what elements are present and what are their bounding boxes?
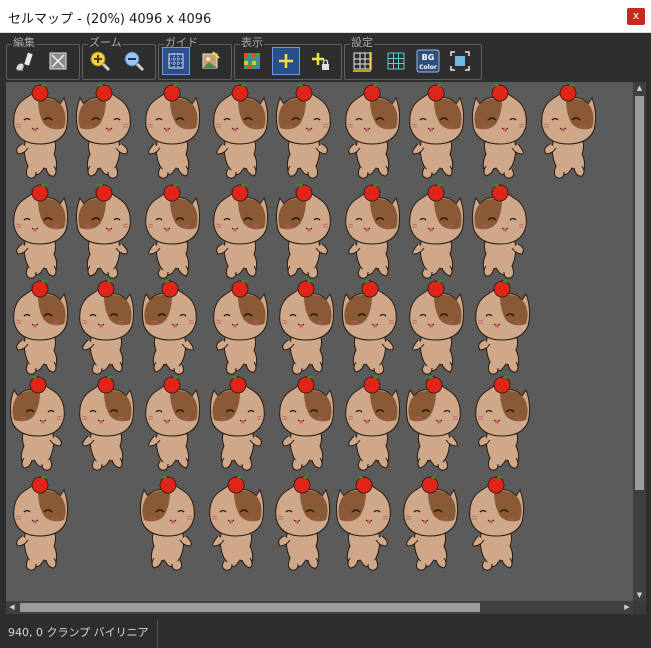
display-group: 表示 xyxy=(234,37,342,80)
sprite-cell[interactable] xyxy=(404,182,466,282)
sprite-cell[interactable] xyxy=(8,278,70,378)
status-text: 940, 0 クランプ バイリニア xyxy=(0,620,158,648)
sprite-cell[interactable] xyxy=(470,374,532,474)
bg-color-icon: BG Color xyxy=(416,49,440,73)
sprite-cell[interactable] xyxy=(208,82,270,182)
sprite-cell[interactable] xyxy=(208,182,270,282)
crosshair-button[interactable] xyxy=(272,47,300,75)
grid-color-icon xyxy=(387,52,405,70)
checkerboard-button[interactable] xyxy=(239,48,265,74)
fit-icon xyxy=(450,51,470,71)
sprite-cell[interactable] xyxy=(274,374,336,474)
sprite-cell[interactable] xyxy=(8,374,70,474)
sprite-cell[interactable] xyxy=(8,182,70,282)
zoom-out-button[interactable] xyxy=(121,48,147,74)
scroll-down-icon[interactable]: ▼ xyxy=(633,589,646,601)
sprite-cell[interactable] xyxy=(140,374,202,474)
settings-group: 設定 BG Color xyxy=(344,37,482,80)
cell-map-window: セルマップ - (20%) 4096 x 4096 x 編集 ズーム ガイド 表… xyxy=(0,0,651,648)
zoom-group: ズーム xyxy=(82,37,156,80)
window-title: セルマップ - (20%) 4096 x 4096 xyxy=(8,12,212,27)
brush-eraser-icon xyxy=(16,52,33,71)
sprite-cell[interactable] xyxy=(140,82,202,182)
crosshair-lock-button[interactable] xyxy=(307,48,333,74)
sprite-cell[interactable] xyxy=(398,474,460,574)
image-guide-icon xyxy=(202,51,220,69)
sprite-cell[interactable] xyxy=(208,374,270,474)
sprite-cell[interactable] xyxy=(334,474,396,574)
sprite-cell[interactable] xyxy=(74,182,136,282)
sprite-cell[interactable] xyxy=(274,182,336,282)
crosshair-lock-icon xyxy=(312,53,329,70)
edit-group: 編集 xyxy=(6,37,80,80)
zoom-in-icon xyxy=(90,51,111,72)
vertical-scroll-thumb[interactable] xyxy=(635,96,644,490)
sprite-cell[interactable] xyxy=(404,278,466,378)
toolbar: 編集 ズーム ガイド 表示 設定 BG Color xyxy=(0,33,651,81)
sprite-cell[interactable] xyxy=(536,82,598,182)
sprite-cell[interactable] xyxy=(270,474,332,574)
close-button[interactable]: x xyxy=(627,8,645,25)
sprite-cell[interactable] xyxy=(470,182,532,282)
horizontal-scroll-thumb[interactable] xyxy=(20,603,480,612)
select-all-icon xyxy=(49,52,67,70)
sprite-cell[interactable] xyxy=(74,278,136,378)
sprite-cell[interactable] xyxy=(274,278,336,378)
image-guide-button[interactable] xyxy=(197,48,223,74)
zoom-in-button[interactable] xyxy=(87,48,113,74)
cell-map-canvas[interactable] xyxy=(6,82,633,601)
brush-eraser-button[interactable] xyxy=(11,48,37,74)
sprite-cell[interactable] xyxy=(340,278,402,378)
crosshair-icon xyxy=(279,54,293,68)
sprite-cell[interactable] xyxy=(140,278,202,378)
sprite-cell[interactable] xyxy=(404,82,466,182)
sprite-cell[interactable] xyxy=(208,278,270,378)
sprite-cell[interactable] xyxy=(140,182,202,282)
sprite-cell[interactable] xyxy=(340,182,402,282)
scroll-up-icon[interactable]: ▲ xyxy=(633,82,646,94)
grid-size-button[interactable] xyxy=(349,48,375,74)
sprite-cell[interactable] xyxy=(274,82,336,182)
color-text: Color xyxy=(419,64,437,71)
title-bar: セルマップ - (20%) 4096 x 4096 x xyxy=(0,0,651,33)
fit-button[interactable] xyxy=(447,48,473,74)
sprite-cell[interactable] xyxy=(74,374,136,474)
grid-guide-icon xyxy=(168,53,184,69)
horizontal-scrollbar[interactable]: ◀ ▶ xyxy=(6,601,633,614)
checkerboard-icon xyxy=(244,53,260,69)
scroll-left-icon[interactable]: ◀ xyxy=(6,601,18,614)
scroll-right-icon[interactable]: ▶ xyxy=(621,601,633,614)
sprite-cell[interactable] xyxy=(470,278,532,378)
bg-text: BG xyxy=(422,53,435,62)
grid-guide-button[interactable] xyxy=(162,47,190,75)
zoom-out-icon xyxy=(124,51,145,72)
select-all-button[interactable] xyxy=(45,48,71,74)
sprite-cell[interactable] xyxy=(404,374,466,474)
status-bar: 940, 0 クランプ バイリニア xyxy=(0,620,651,648)
sprite-cell[interactable] xyxy=(74,82,136,182)
grid-size-icon xyxy=(353,52,372,72)
sprite-cell[interactable] xyxy=(204,474,266,574)
sprite-cell[interactable] xyxy=(138,474,200,574)
guide-group: ガイド xyxy=(158,37,232,80)
bg-color-button[interactable]: BG Color xyxy=(415,48,441,74)
sprite-cell[interactable] xyxy=(8,82,70,182)
grid-color-button[interactable] xyxy=(383,48,409,74)
scroll-corner xyxy=(633,601,646,614)
sprite-cell[interactable] xyxy=(340,374,402,474)
vertical-scrollbar[interactable]: ▲ ▼ xyxy=(633,82,646,601)
sprite-cell[interactable] xyxy=(8,474,70,574)
sprite-cell[interactable] xyxy=(470,82,532,182)
sprite-cell[interactable] xyxy=(340,82,402,182)
sprite-cell[interactable] xyxy=(464,474,526,574)
